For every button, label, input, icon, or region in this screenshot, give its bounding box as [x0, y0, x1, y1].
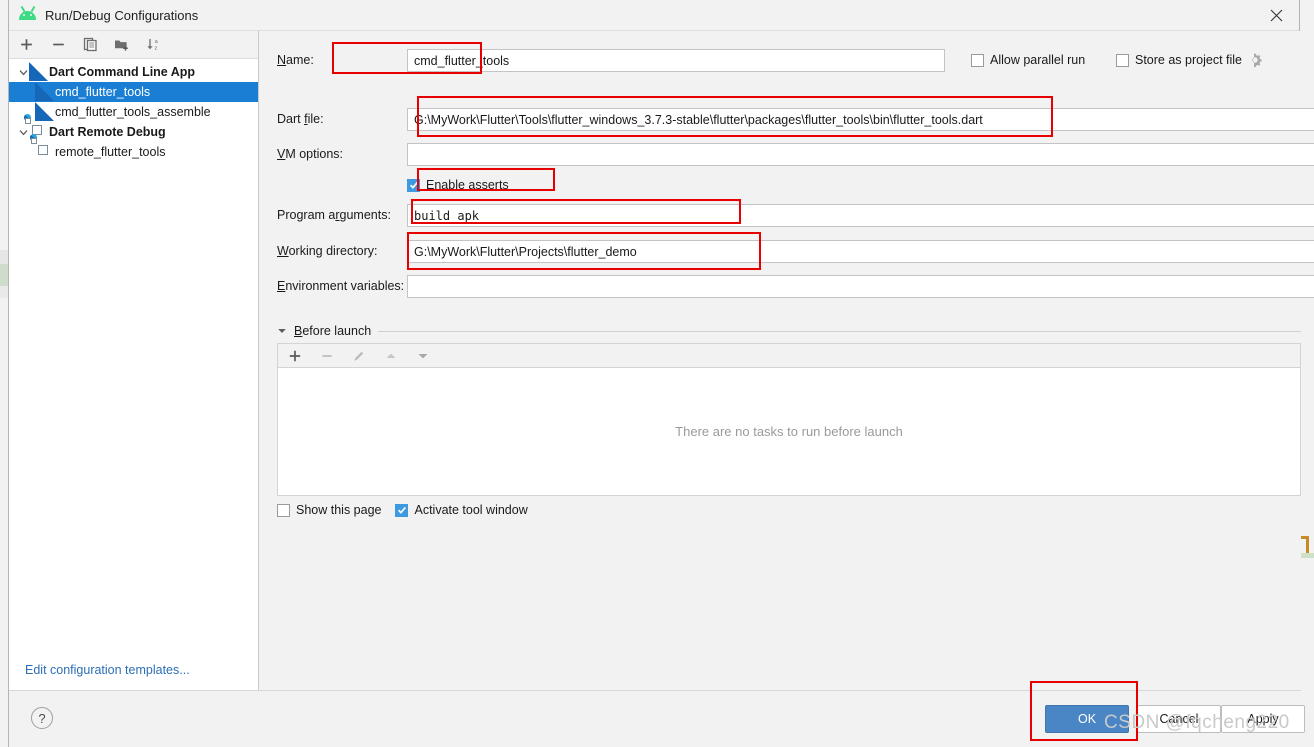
edit-configuration-templates-link[interactable]: Edit configuration templates...: [25, 663, 190, 677]
allow-parallel-run-checkbox[interactable]: Allow parallel run: [971, 53, 1085, 67]
working-directory-input[interactable]: G:\MyWork\Flutter\Projects\flutter_demo: [407, 240, 1314, 263]
chevron-down-icon[interactable]: [15, 124, 31, 140]
dialog-body: a z Dart Command Line App cmd_flutter_to…: [9, 31, 1314, 690]
desktop-background: Run/Debug Configurations a z Dart Comman…: [0, 0, 1314, 747]
android-icon: [19, 5, 36, 24]
vm-options-input[interactable]: [407, 143, 1314, 166]
tree-item-remote-flutter-tools[interactable]: remote_flutter_tools: [9, 134, 258, 162]
tree-group-dart-command-line-app[interactable]: Dart Command Line App: [9, 62, 258, 82]
tree-item-label: cmd_flutter_tools: [55, 85, 151, 99]
gear-icon[interactable]: [1248, 53, 1262, 67]
checkbox-box[interactable]: [1116, 53, 1129, 67]
move-task-down-button[interactable]: [414, 347, 432, 365]
show-this-page-checkbox[interactable]: Show this page: [277, 503, 381, 517]
help-button[interactable]: ?: [31, 707, 53, 729]
checkbox-box[interactable]: [971, 53, 984, 67]
program-arguments-label: Program arguments:: [277, 208, 391, 222]
tree-item-label: Dart Command Line App: [49, 65, 196, 79]
bottom-checkboxes: Show this page Activate tool window: [277, 503, 528, 517]
chevron-down-icon[interactable]: [15, 64, 31, 80]
sort-configurations-button[interactable]: a z: [145, 36, 163, 54]
program-arguments-field: build apk: [407, 204, 1314, 227]
store-as-project-file-label: Store as project file: [1135, 53, 1242, 67]
working-directory-label-row: Working directory:: [277, 244, 378, 258]
environment-variables-label: Environment variables:: [277, 279, 405, 293]
environment-variables-field: [407, 275, 1314, 298]
tree-toolbar: a z: [9, 31, 258, 59]
program-arguments-label-row: Program arguments:: [277, 208, 391, 222]
vm-options-field: [407, 143, 1314, 166]
dart-icon: [31, 64, 47, 80]
checkbox-box[interactable]: [395, 503, 409, 517]
desktop-artifact: [1300, 553, 1314, 558]
environment-variables-input[interactable]: [407, 275, 1314, 298]
add-task-button[interactable]: [286, 347, 304, 365]
name-input[interactable]: cmd_flutter_tools: [407, 49, 945, 72]
checkbox-box[interactable]: [407, 178, 420, 192]
working-directory-field: G:\MyWork\Flutter\Projects\flutter_demo: [407, 240, 1314, 263]
vm-options-label-row: VM options:: [277, 147, 343, 161]
window-title: Run/Debug Configurations: [45, 7, 199, 23]
dart-file-label: Dart file:: [277, 112, 324, 126]
working-directory-label: Working directory:: [277, 244, 378, 258]
svg-text:z: z: [155, 46, 158, 52]
before-launch-task-list[interactable]: There are no tasks to run before launch: [277, 367, 1301, 496]
before-launch-toolbar: [277, 343, 1301, 367]
tree-item-label: Dart Remote Debug: [49, 125, 166, 139]
checkbox-box[interactable]: [277, 503, 290, 517]
enable-asserts-label: Enable asserts: [426, 178, 509, 192]
store-as-project-file-checkbox[interactable]: Store as project file: [1116, 53, 1262, 67]
save-configuration-button[interactable]: [113, 36, 131, 54]
svg-text:a: a: [155, 39, 159, 45]
remove-configuration-button[interactable]: [49, 36, 67, 54]
tree-item-label: cmd_flutter_tools_assemble: [55, 105, 211, 119]
desktop-artifact: [1306, 536, 1309, 554]
name-label: Name:: [277, 53, 314, 67]
title-bar: Run/Debug Configurations: [9, 0, 1299, 31]
dart-file-field: G:\MyWork\Flutter\Tools\flutter_windows_…: [407, 108, 1314, 131]
tree-item-cmd-flutter-tools-assemble[interactable]: cmd_flutter_tools_assemble: [9, 102, 258, 122]
tree-item-cmd-flutter-tools[interactable]: cmd_flutter_tools: [9, 82, 258, 102]
tree-item-label: remote_flutter_tools: [55, 145, 166, 159]
cancel-button[interactable]: Cancel: [1137, 705, 1221, 733]
allow-parallel-run-label: Allow parallel run: [990, 53, 1086, 67]
edit-task-button[interactable]: [350, 347, 368, 365]
activate-tool-window-label: Activate tool window: [414, 503, 528, 517]
run-debug-configurations-dialog: Run/Debug Configurations a z Dart Comman…: [8, 0, 1314, 747]
tree-group-dart-remote-debug[interactable]: Dart Remote Debug: [9, 114, 258, 142]
edit-templates-bar: Edit configuration templates...: [9, 650, 258, 690]
move-task-up-button[interactable]: [382, 347, 400, 365]
show-this-page-label: Show this page: [296, 503, 382, 517]
chevron-down-icon[interactable]: [277, 326, 287, 336]
close-icon[interactable]: [1253, 0, 1299, 31]
configurations-panel: a z Dart Command Line App cmd_flutter_to…: [9, 31, 259, 690]
add-configuration-button[interactable]: [17, 36, 35, 54]
dart-file-input[interactable]: G:\MyWork\Flutter\Tools\flutter_windows_…: [407, 108, 1314, 131]
ok-button[interactable]: OK: [1045, 705, 1129, 733]
before-launch-empty-text: There are no tasks to run before launch: [675, 424, 903, 439]
apply-button[interactable]: Apply: [1221, 705, 1305, 733]
configuration-form: Name: cmd_flutter_tools Allow parallel r…: [259, 31, 1314, 690]
enable-asserts-checkbox[interactable]: Enable asserts: [407, 178, 509, 192]
vm-options-label: VM options:: [277, 147, 344, 161]
dart-icon: [37, 84, 53, 100]
activate-tool-window-checkbox[interactable]: Activate tool window: [395, 503, 528, 517]
dart-icon: [37, 104, 53, 120]
environment-variables-label-row: Environment variables:: [277, 279, 404, 293]
remote-debug-icon: [30, 134, 53, 160]
program-arguments-input[interactable]: build apk: [407, 204, 1314, 227]
configurations-tree[interactable]: Dart Command Line App cmd_flutter_tools …: [9, 59, 258, 650]
copy-configuration-button[interactable]: [81, 36, 99, 54]
name-label-row: Name:: [277, 53, 314, 67]
before-launch-header: Before launch: [277, 324, 1301, 338]
before-launch-title: Before launch: [294, 324, 372, 338]
remove-task-button[interactable]: [318, 347, 336, 365]
dart-file-label-row: Dart file:: [277, 112, 324, 126]
dialog-footer: ? OK Cancel Apply: [9, 690, 1305, 747]
divider: [378, 330, 1301, 332]
